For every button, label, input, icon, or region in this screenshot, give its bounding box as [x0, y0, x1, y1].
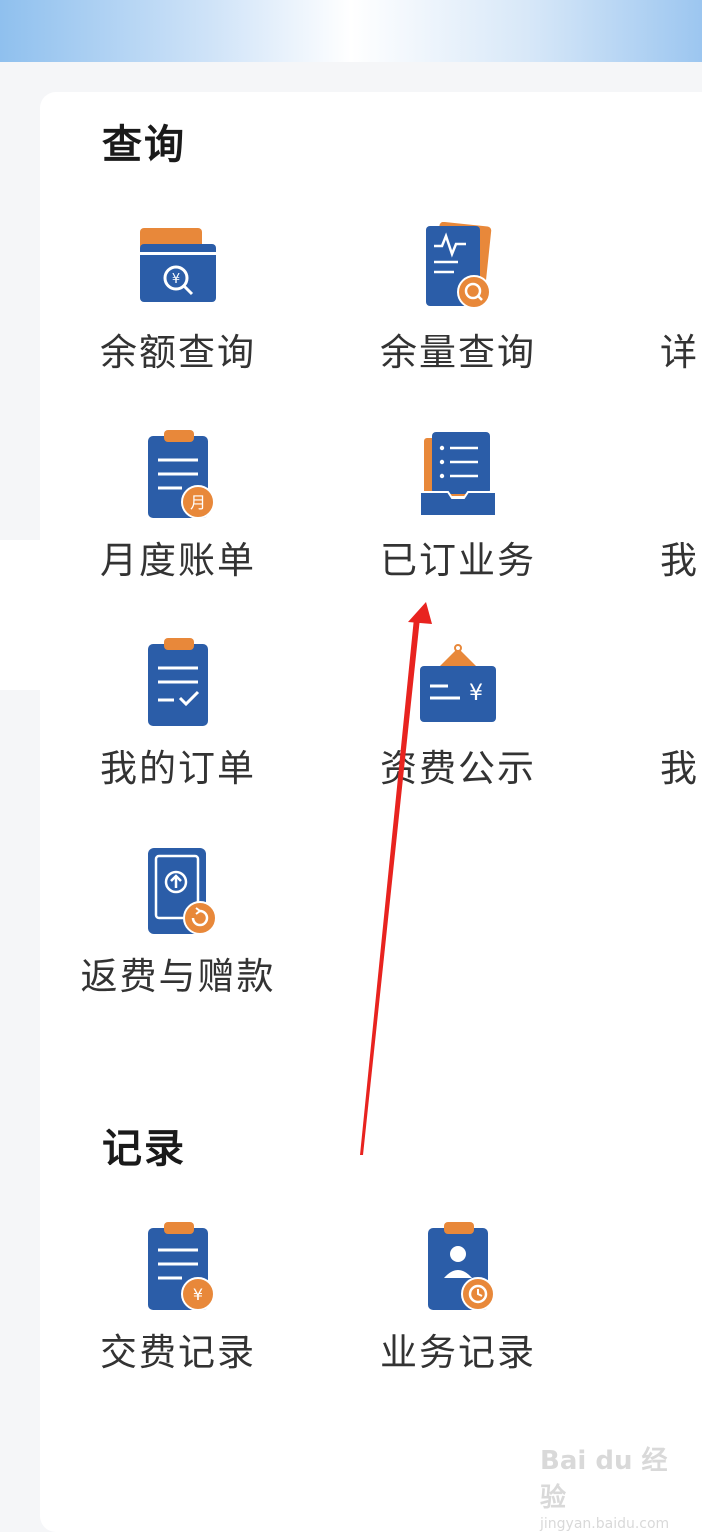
grid-item-tariff-notice[interactable]: ¥ 资费公示 [338, 638, 578, 790]
grid-item-partial-2[interactable]: 我 [618, 430, 702, 580]
grid-item-payment-records[interactable]: ¥ 交费记录 [58, 1222, 298, 1374]
refund-phone-icon [148, 848, 217, 935]
grid-item-label: 月度账单 [100, 539, 256, 582]
grid-item-label: 余量查询 [380, 331, 536, 374]
grid-item-my-orders[interactable]: 我的订单 [58, 638, 298, 790]
payment-record-icon: ¥ [148, 1222, 215, 1311]
section-title-records: 记录 [102, 1126, 186, 1172]
watermark-main: Bai du 经验 [540, 1446, 668, 1513]
watermark-sub: jingyan.baidu.com [540, 1516, 670, 1532]
grid-item-balance-query[interactable]: ¥ 余额查询 [58, 222, 298, 374]
grid-item-label: 详 [660, 331, 699, 372]
grid-item-label: 我 [660, 539, 699, 580]
grid-item-usage-query[interactable]: 余量查询 [338, 222, 578, 374]
grid-item-label: 交费记录 [100, 1331, 256, 1374]
grid-item-monthly-bill[interactable]: 月 月度账单 [58, 430, 298, 582]
baidu-watermark: Bai du 经验 jingyan.baidu.com [540, 1440, 690, 1532]
grid-item-label: 业务记录 [380, 1331, 536, 1374]
grid-item-label: 我 [660, 747, 699, 788]
grid-item-label: 余额查询 [100, 331, 256, 374]
top-banner [0, 0, 702, 62]
grid-item-label: 已订业务 [380, 539, 536, 582]
tariff-notice-icon: ¥ [420, 644, 496, 722]
svg-text:¥: ¥ [172, 272, 180, 287]
grid-item-partial-3[interactable]: 我 [618, 638, 702, 788]
side-panel [0, 540, 40, 690]
usage-report-icon [426, 222, 492, 309]
section-title-query: 查询 [102, 122, 186, 168]
grid-item-refund-gift[interactable]: 返费与赠款 [58, 846, 298, 1006]
grid-item-subscribed-services[interactable]: 已订业务 [338, 430, 578, 582]
grid-item-label: 资费公示 [380, 747, 536, 790]
grid-item-service-records[interactable]: 业务记录 [338, 1222, 578, 1374]
my-orders-icon [148, 638, 208, 726]
grid-item-detail-partial[interactable]: 详 [618, 222, 702, 372]
subscribed-services-icon [419, 432, 497, 517]
grid-item-label: 我的订单 [100, 747, 256, 790]
svg-text:¥: ¥ [193, 1285, 203, 1304]
svg-text:月: 月 [190, 493, 206, 512]
svg-text:¥: ¥ [469, 681, 483, 706]
service-record-icon [428, 1222, 495, 1311]
wallet-search-icon: ¥ [140, 228, 216, 302]
grid-item-label: 返费与赠款 [80, 955, 276, 998]
monthly-bill-icon: 月 [148, 430, 215, 519]
